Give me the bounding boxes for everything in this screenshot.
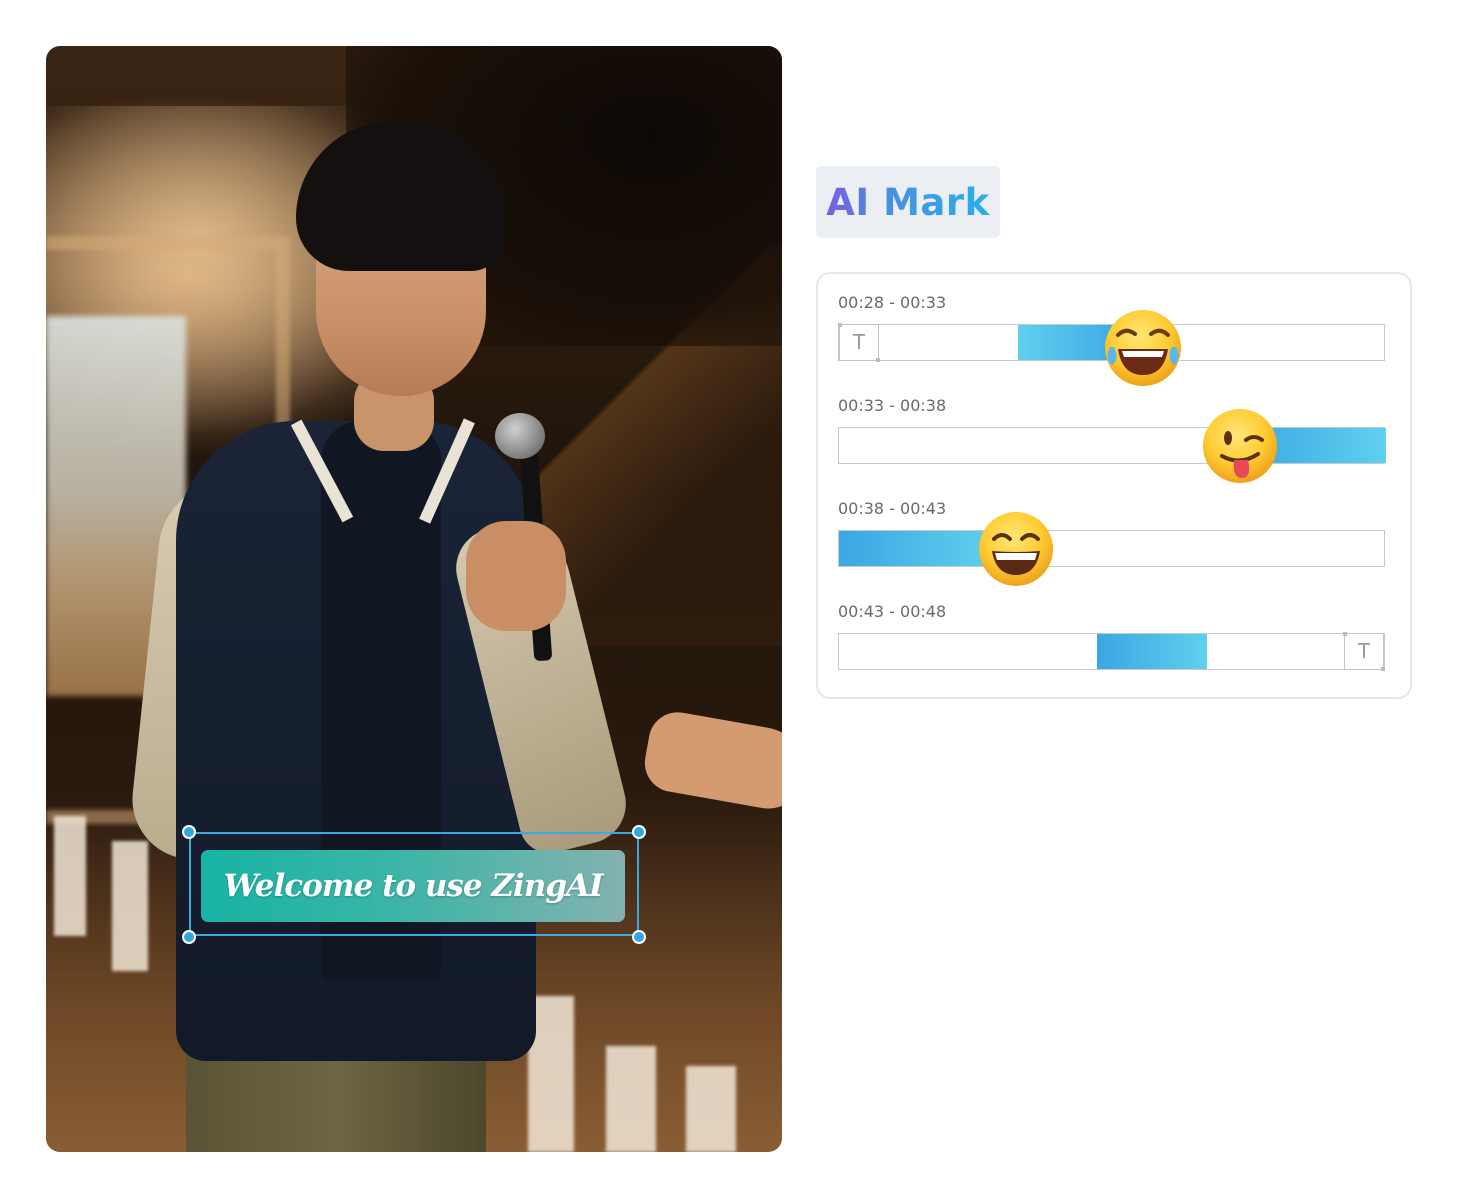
segment-time-label: 00:28 - 00:33 — [838, 293, 947, 312]
ai-mark-badge: AI Mark — [816, 166, 1000, 238]
segment-track[interactable] — [838, 427, 1386, 464]
tears-of-joy-emoji-icon — [1105, 310, 1181, 386]
speaker — [126, 121, 782, 1152]
grinning-emoji-icon — [979, 512, 1053, 586]
segment-time-label: 00:43 - 00:48 — [838, 602, 947, 621]
ai-mark-label: AI Mark — [826, 180, 990, 224]
resize-handle-top-left[interactable] — [182, 825, 196, 839]
text-marker[interactable]: T — [838, 322, 880, 362]
caption-selection-frame[interactable] — [189, 832, 639, 936]
video-preview — [46, 46, 782, 1152]
resize-handle-bottom-right[interactable] — [632, 930, 646, 944]
resize-handle-top-right[interactable] — [632, 825, 646, 839]
resize-handle-bottom-left[interactable] — [182, 930, 196, 944]
segment-time-label: 00:33 - 00:38 — [838, 396, 947, 415]
winking-tongue-emoji-icon — [1203, 409, 1277, 483]
segment-time-label: 00:38 - 00:43 — [838, 499, 947, 518]
segment-highlight — [839, 531, 994, 566]
text-marker[interactable]: T — [1343, 631, 1385, 671]
segment-highlight — [1097, 634, 1207, 669]
segment-track[interactable]: T — [838, 631, 1385, 671]
segment-track[interactable] — [838, 530, 1385, 567]
